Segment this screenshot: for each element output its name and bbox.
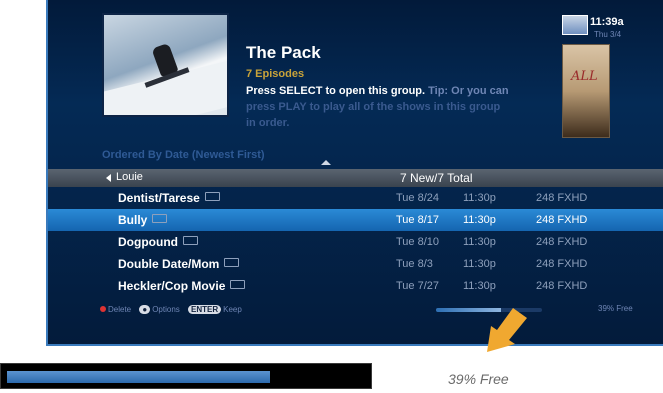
group-count: 7 New/7 Total (400, 171, 473, 185)
zoomed-disk-usage-bar (0, 363, 372, 389)
recording-time: 11:30p (463, 280, 496, 292)
recording-time: 11:30p (463, 236, 496, 248)
group-header-row[interactable]: Louie 7 New/7 Total (48, 169, 663, 187)
recording-row[interactable]: Double Date/Mom Tue 8/3 11:30p 248 FXHD (48, 253, 663, 275)
zoomed-disk-usage-fill (7, 371, 270, 383)
hd-icon (204, 192, 220, 201)
recording-channel: 248 FXHD (536, 236, 588, 248)
recording-row[interactable]: Dogpound Tue 8/10 11:30p 248 FXHD (48, 231, 663, 253)
recording-time: 11:30p (463, 192, 496, 204)
callout-arrow-icon (487, 308, 527, 352)
delete-label: Delete (108, 305, 132, 314)
dvr-screen: The Pack 7 Episodes Press SELECT to open… (46, 0, 663, 346)
zoomed-free-caption: 39% Free (448, 371, 509, 387)
recording-title: Dogpound (118, 235, 198, 249)
disk-free-label: 39% Free (598, 304, 633, 313)
recording-time: 11:30p (463, 258, 496, 270)
options-button-icon: ● (139, 305, 151, 314)
provider-logo-icon (562, 15, 588, 35)
recording-time: 11:30p (463, 214, 496, 226)
options-label: Options (152, 305, 180, 314)
instruction-text: Press SELECT to open this group. (246, 85, 426, 97)
recording-channel: 248 FXHD (536, 192, 588, 204)
clock-date: Thu 3/4 (594, 30, 622, 39)
recording-date: Tue 8/17 (396, 214, 440, 226)
show-poster: ALL (562, 44, 610, 138)
recording-row-selected[interactable]: Bully Tue 8/17 11:30p 248 FXHD (48, 209, 663, 231)
poster-title: ALL (571, 69, 598, 84)
tip-text: Tip: Or you can (428, 85, 509, 97)
recording-channel: 248 FXHD (536, 280, 588, 292)
recording-row[interactable]: Heckler/Cop Movie Tue 7/27 11:30p 248 FX… (48, 275, 663, 297)
keep-label: Keep (223, 305, 242, 314)
show-description: Press SELECT to open this group. Tip: Or… (246, 83, 546, 131)
tip-text-tail: in order. (246, 117, 290, 129)
recording-name: Double Date/Mom (118, 257, 220, 271)
recording-name: Bully (118, 213, 148, 227)
group-name: Louie (116, 171, 143, 183)
button-legend: Delete ● Options ENTER Keep (100, 305, 242, 314)
red-button-icon (100, 306, 106, 312)
sort-order-label: Ordered By Date (Newest First) (102, 149, 265, 161)
hd-icon (230, 280, 246, 289)
recording-title: Heckler/Cop Movie (118, 279, 246, 293)
recording-date: Tue 7/27 (396, 280, 440, 292)
recording-name: Dogpound (118, 235, 178, 249)
hd-icon (152, 214, 168, 223)
recording-channel: 248 FXHD (536, 214, 588, 226)
tip-text-more: press PLAY to play all of the shows in t… (246, 101, 501, 113)
recording-name: Heckler/Cop Movie (118, 279, 226, 293)
hd-icon (182, 236, 198, 245)
recording-date: Tue 8/24 (396, 192, 440, 204)
recording-channel: 248 FXHD (536, 258, 588, 270)
scroll-up-indicator-icon (321, 160, 331, 165)
episode-count: 7 Episodes (246, 68, 305, 80)
recording-date: Tue 8/3 (396, 258, 433, 270)
back-arrow-icon (106, 174, 111, 182)
recording-title: Dentist/Tarese (118, 191, 220, 205)
recording-title: Double Date/Mom (118, 257, 240, 271)
hd-icon (224, 258, 240, 267)
recording-title: Bully (118, 213, 168, 227)
show-title: The Pack (246, 43, 321, 62)
recording-name: Dentist/Tarese (118, 191, 200, 205)
enter-button-icon: ENTER (188, 305, 222, 314)
recording-date: Tue 8/10 (396, 236, 440, 248)
recording-row[interactable]: Dentist/Tarese Tue 8/24 11:30p 248 FXHD (48, 187, 663, 209)
clock-time: 11:39a (590, 16, 624, 28)
show-thumbnail (104, 15, 227, 115)
